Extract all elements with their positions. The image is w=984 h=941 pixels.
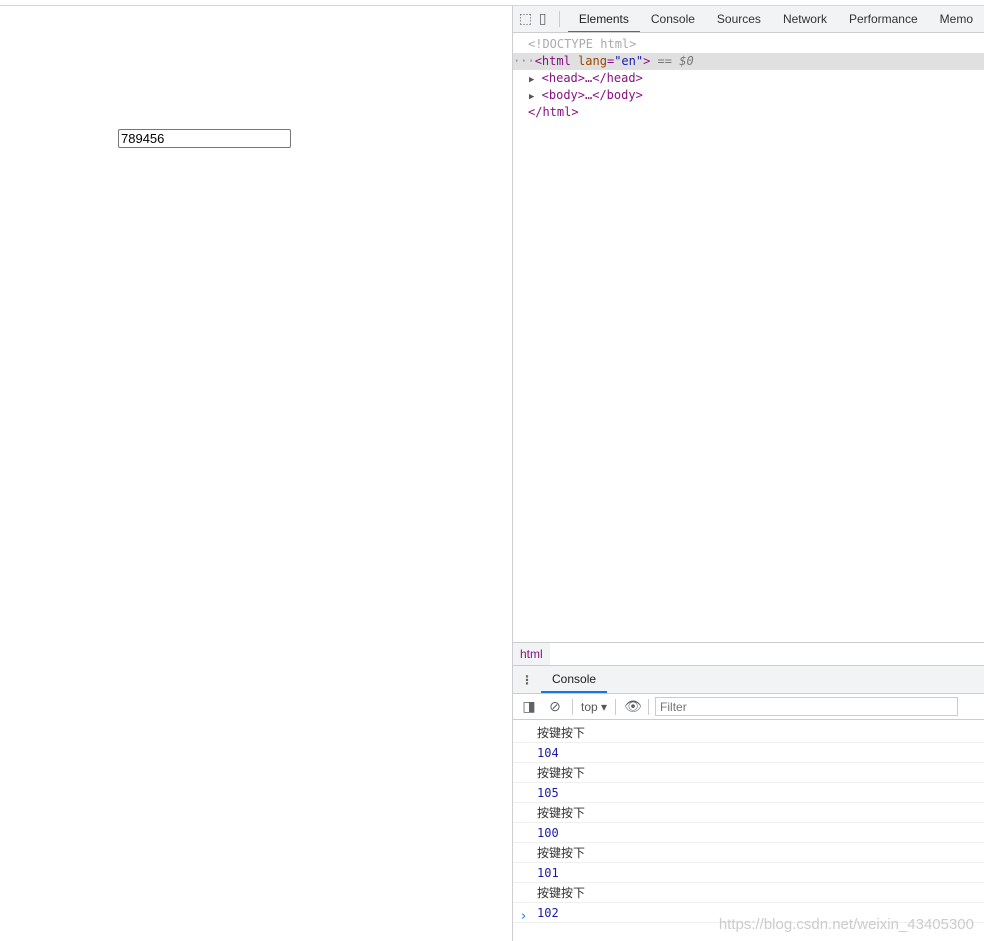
more-menu-icon[interactable]: ⋮: [513, 673, 541, 687]
clear-console-icon[interactable]: ⊘: [542, 698, 568, 715]
devtools-toolbar: ⬚ ▯ Elements Console Sources Network Per…: [513, 6, 984, 33]
watermark: https://blog.csdn.net/weixin_43405300: [718, 916, 974, 933]
context-selector[interactable]: top ▾: [577, 700, 611, 714]
text-input[interactable]: [118, 129, 291, 148]
console-message: 105: [513, 783, 984, 803]
device-toolbar-icon[interactable]: ▯: [534, 11, 551, 27]
page-viewport: [0, 6, 512, 941]
console-message: 按键按下: [513, 843, 984, 863]
divider: [559, 11, 560, 27]
breadcrumb-html[interactable]: html: [513, 643, 550, 665]
inspect-element-icon[interactable]: ⬚: [517, 11, 534, 27]
html-node[interactable]: ···<html lang="en"> == $0: [513, 53, 984, 70]
eye-icon[interactable]: 👁: [620, 698, 646, 715]
expand-triangle-icon[interactable]: ▶: [529, 75, 534, 85]
console-message: 按键按下: [513, 883, 984, 903]
tab-performance[interactable]: Performance: [838, 6, 929, 32]
filter-input[interactable]: [655, 697, 959, 716]
expand-triangle-icon[interactable]: ▶: [529, 92, 534, 102]
console-message: 101: [513, 863, 984, 883]
tab-console[interactable]: Console: [640, 6, 706, 32]
dom-tree: <!DOCTYPE html> ···<html lang="en"> == $…: [513, 33, 984, 121]
console-message: 104: [513, 743, 984, 763]
tab-memory[interactable]: Memo: [929, 6, 984, 32]
tab-network[interactable]: Network: [772, 6, 838, 32]
console-message: 按键按下: [513, 803, 984, 823]
tab-sources[interactable]: Sources: [706, 6, 772, 32]
lang-attr: lang: [578, 54, 607, 68]
devtools-panel: ⬚ ▯ Elements Console Sources Network Per…: [512, 6, 984, 941]
context-label: top: [581, 699, 598, 714]
html-close-node[interactable]: </html>: [513, 104, 984, 121]
lang-value: "en": [614, 54, 644, 68]
console-log: 按键按下 104 按键按下 105 按键按下 100 按键按下 101 按键按下 102: [513, 723, 984, 923]
drawer-tabbar: ⋮ Console: [513, 666, 984, 694]
console-message: 按键按下: [513, 763, 984, 783]
breadcrumb: html: [513, 642, 984, 666]
console-message: 按键按下: [513, 723, 984, 743]
console-toolbar: ◨ ⊘ top ▾ 👁: [513, 694, 984, 720]
drawer-tab-console[interactable]: Console: [541, 666, 608, 693]
console-prompt[interactable]: ›: [521, 909, 526, 924]
head-node[interactable]: ▶ <head>…</head>: [513, 70, 984, 87]
body-node[interactable]: ▶ <body>…</body>: [513, 87, 984, 104]
tab-elements[interactable]: Elements: [567, 6, 640, 32]
console-message: 100: [513, 823, 984, 843]
doctype-node[interactable]: <!DOCTYPE html>: [513, 36, 984, 53]
divider: [572, 698, 573, 715]
selected-marker: == $0: [650, 54, 694, 68]
sidebar-toggle-icon[interactable]: ◨: [516, 698, 542, 715]
html-tag: <html: [534, 54, 571, 68]
divider: [648, 698, 650, 715]
divider: [615, 698, 617, 715]
